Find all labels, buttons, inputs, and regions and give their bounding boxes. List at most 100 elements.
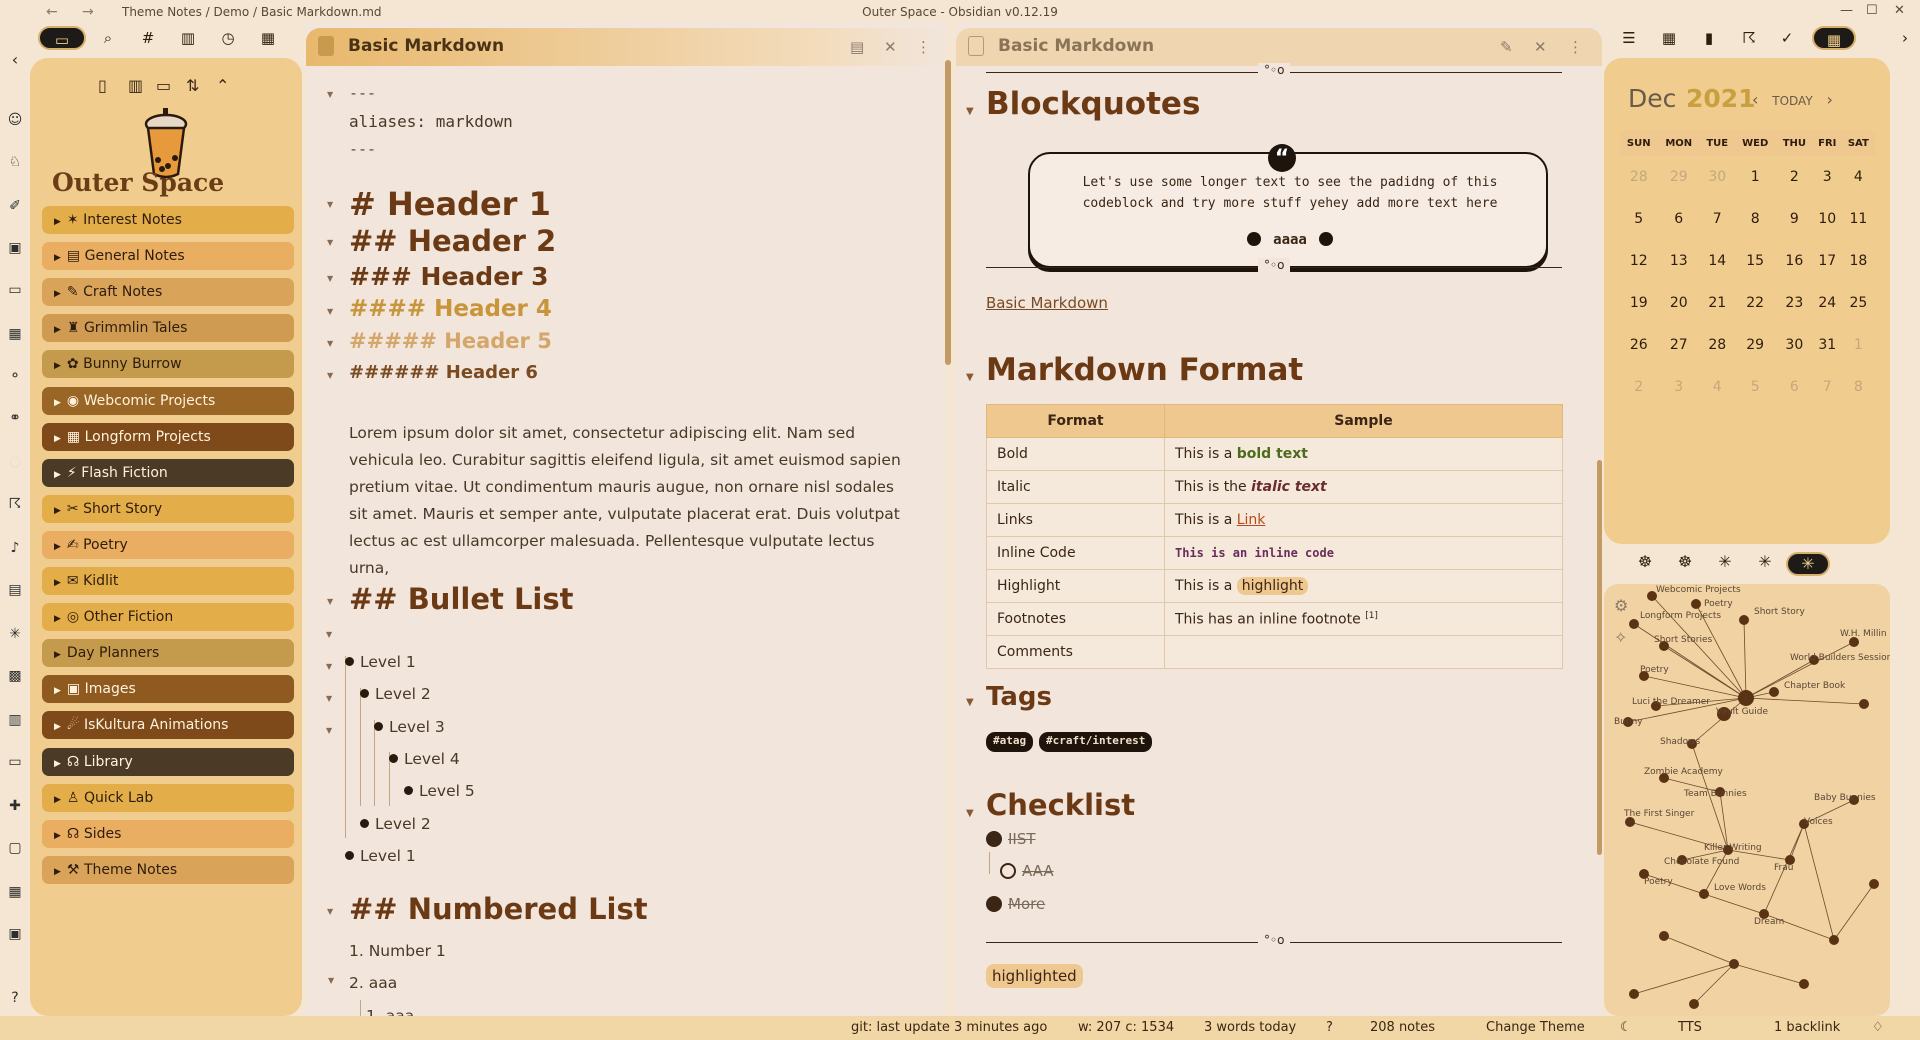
new-note-icon[interactable]: ▯ bbox=[98, 76, 107, 95]
graph-node-label[interactable]: Voices bbox=[1804, 817, 1833, 827]
graph-node-label[interactable]: Baby Bunnies bbox=[1814, 793, 1876, 803]
collapse-right-icon[interactable]: › bbox=[1892, 26, 1918, 50]
recent-files-icon[interactable]: ◷ bbox=[216, 26, 240, 50]
calendar-day[interactable]: 12 bbox=[1620, 240, 1658, 282]
calendar-day[interactable]: 30 bbox=[1699, 156, 1735, 198]
fold-icon[interactable]: ▼ bbox=[328, 976, 334, 985]
more-options-icon[interactable]: ⋮ bbox=[1568, 38, 1583, 56]
calendar-day[interactable]: 28 bbox=[1620, 156, 1658, 198]
calendar-day[interactable]: 29 bbox=[1734, 324, 1776, 366]
calendar-day[interactable]: 19 bbox=[1620, 282, 1658, 324]
graph-icon[interactable]: ✳ bbox=[1710, 552, 1740, 576]
calendar-day[interactable]: 24 bbox=[1812, 282, 1842, 324]
bookmarks-icon[interactable]: ▥ bbox=[176, 26, 200, 50]
fold-icon[interactable]: ▼ bbox=[966, 372, 974, 383]
graph-settings-icon[interactable]: ⚙ bbox=[1614, 596, 1628, 615]
maximize-icon[interactable]: ☐ bbox=[1866, 3, 1878, 18]
minimize-icon[interactable]: — bbox=[1840, 3, 1853, 18]
graph-node-label[interactable]: The First Singer bbox=[1623, 809, 1695, 819]
close-pane-icon[interactable]: ✕ bbox=[1534, 38, 1547, 56]
film-icon[interactable]: ▭ bbox=[5, 282, 25, 302]
local-graph-icon[interactable]: ☸ bbox=[1630, 552, 1660, 576]
folder-item[interactable]: ▶ ☄ IsKultura Animations bbox=[42, 711, 294, 740]
graph-node[interactable] bbox=[1769, 687, 1779, 697]
folder-item[interactable]: ▶ ♜ Grimmlin Tales bbox=[42, 314, 294, 343]
graph-wand-icon[interactable]: ✧ bbox=[1614, 628, 1627, 647]
graph-node-label[interactable]: Longform Projects bbox=[1640, 611, 1721, 621]
prev-month-icon[interactable]: ‹ bbox=[1752, 90, 1758, 109]
expand-triangle-icon[interactable]: ▶ bbox=[54, 722, 61, 732]
fold-icon[interactable]: ▼ bbox=[966, 106, 974, 117]
expand-triangle-icon[interactable]: ▶ bbox=[54, 686, 61, 696]
checked-box-icon[interactable] bbox=[986, 896, 1002, 912]
tag-pill[interactable]: #atag bbox=[986, 732, 1034, 752]
graph-node-label[interactable]: Chapter Book bbox=[1784, 681, 1846, 691]
graph-node-label[interactable]: Poetry bbox=[1640, 665, 1669, 675]
expand-triangle-icon[interactable]: ▶ bbox=[54, 470, 61, 480]
planner-icon[interactable]: ▢ bbox=[5, 840, 25, 860]
close-window-icon[interactable]: ✕ bbox=[1894, 3, 1905, 18]
fold-icon[interactable]: ▼ bbox=[966, 697, 974, 708]
graph-node-label[interactable]: Team Bunnies bbox=[1683, 789, 1747, 799]
reading-view-icon[interactable]: ▤ bbox=[850, 38, 864, 56]
new-note-template-icon[interactable]: ▥ bbox=[128, 76, 143, 95]
tts-button[interactable]: TTS bbox=[1678, 1020, 1702, 1035]
backlink-count[interactable]: 1 backlink bbox=[1774, 1020, 1840, 1035]
folder-item[interactable]: ▶ ✶ Interest Notes bbox=[42, 206, 294, 234]
calendar-day[interactable]: 29 bbox=[1657, 156, 1700, 198]
calendar-day[interactable]: 8 bbox=[1841, 366, 1875, 408]
checklist-item[interactable]: IIST bbox=[986, 830, 1036, 848]
calendar-day[interactable]: 6 bbox=[1775, 366, 1813, 408]
graph-icon[interactable]: ✳ bbox=[5, 626, 25, 646]
calendar-day[interactable]: 18 bbox=[1841, 240, 1875, 282]
graph-node[interactable] bbox=[1699, 889, 1709, 899]
fold-icon[interactable]: ▼ bbox=[327, 371, 333, 380]
graph-node-label[interactable]: Love Words bbox=[1714, 883, 1766, 893]
calendar-day[interactable]: 14 bbox=[1699, 240, 1735, 282]
fold-icon[interactable]: ▼ bbox=[327, 907, 333, 916]
speaker-icon[interactable]: ♪ bbox=[5, 540, 25, 560]
graph-node[interactable] bbox=[1859, 699, 1869, 709]
calendar-day[interactable]: 7 bbox=[1812, 366, 1842, 408]
graph-node[interactable] bbox=[1629, 989, 1639, 999]
cards-icon[interactable]: ▭ bbox=[5, 754, 25, 774]
pen-icon[interactable]: ✐ bbox=[5, 198, 25, 218]
folder-item[interactable]: ▶ ▤ General Notes bbox=[42, 242, 294, 271]
graph-node-label[interactable]: Luci the Dreamer bbox=[1632, 697, 1710, 707]
calendar-day[interactable]: 5 bbox=[1734, 366, 1776, 408]
blank-icon[interactable]: ○ bbox=[5, 454, 25, 474]
expand-triangle-icon[interactable]: ▶ bbox=[54, 867, 61, 877]
moon-icon[interactable]: ☾ bbox=[1620, 1020, 1632, 1035]
calendar-day[interactable]: 27 bbox=[1657, 324, 1700, 366]
change-theme-button[interactable]: Change Theme bbox=[1486, 1020, 1585, 1035]
graph-node-label[interactable]: W.H. Millin bbox=[1840, 629, 1887, 639]
graph-node-label[interactable]: Shadows bbox=[1660, 737, 1701, 747]
document-icon[interactable]: ▤ bbox=[5, 582, 25, 602]
calendar-day[interactable]: 4 bbox=[1841, 156, 1875, 198]
calendar-day[interactable]: 21 bbox=[1699, 282, 1735, 324]
expand-triangle-icon[interactable]: ▶ bbox=[54, 614, 61, 624]
rider-icon[interactable]: ♘ bbox=[5, 154, 25, 174]
expand-triangle-icon[interactable]: ▶ bbox=[54, 506, 61, 516]
expand-triangle-icon[interactable]: ▶ bbox=[54, 253, 61, 263]
daily-note-icon[interactable]: ▩ bbox=[5, 668, 25, 688]
link-icon[interactable]: ⚭ bbox=[5, 410, 25, 430]
fold-icon[interactable]: ▼ bbox=[327, 339, 333, 348]
calendar-day[interactable]: 2 bbox=[1620, 366, 1658, 408]
file-explorer-icon[interactable]: ▭ bbox=[38, 26, 86, 50]
folder-item[interactable]: ▶ ◎ Other Fiction bbox=[42, 603, 294, 632]
fold-icon[interactable]: ▼ bbox=[327, 597, 333, 606]
graph-node-label[interactable]: Vault Guide bbox=[1716, 707, 1768, 717]
calendar-day[interactable]: 1 bbox=[1734, 156, 1776, 198]
graph-node[interactable] bbox=[1729, 959, 1739, 969]
close-pane-icon[interactable]: ✕ bbox=[884, 38, 897, 56]
more-options-icon[interactable]: ⋮ bbox=[916, 38, 931, 56]
calendar-day[interactable]: 3 bbox=[1657, 366, 1700, 408]
sort-icon[interactable]: ⇅ bbox=[186, 76, 199, 95]
calendar-day[interactable]: 2 bbox=[1775, 156, 1813, 198]
graph-node-label[interactable]: Short Stories bbox=[1654, 635, 1712, 645]
graph-node-label[interactable]: Killer Writing bbox=[1704, 843, 1762, 853]
expand-triangle-icon[interactable]: ▶ bbox=[54, 578, 61, 588]
graph-node-label[interactable]: Chocolate Found bbox=[1664, 857, 1739, 867]
checked-box-icon[interactable] bbox=[986, 831, 1002, 847]
